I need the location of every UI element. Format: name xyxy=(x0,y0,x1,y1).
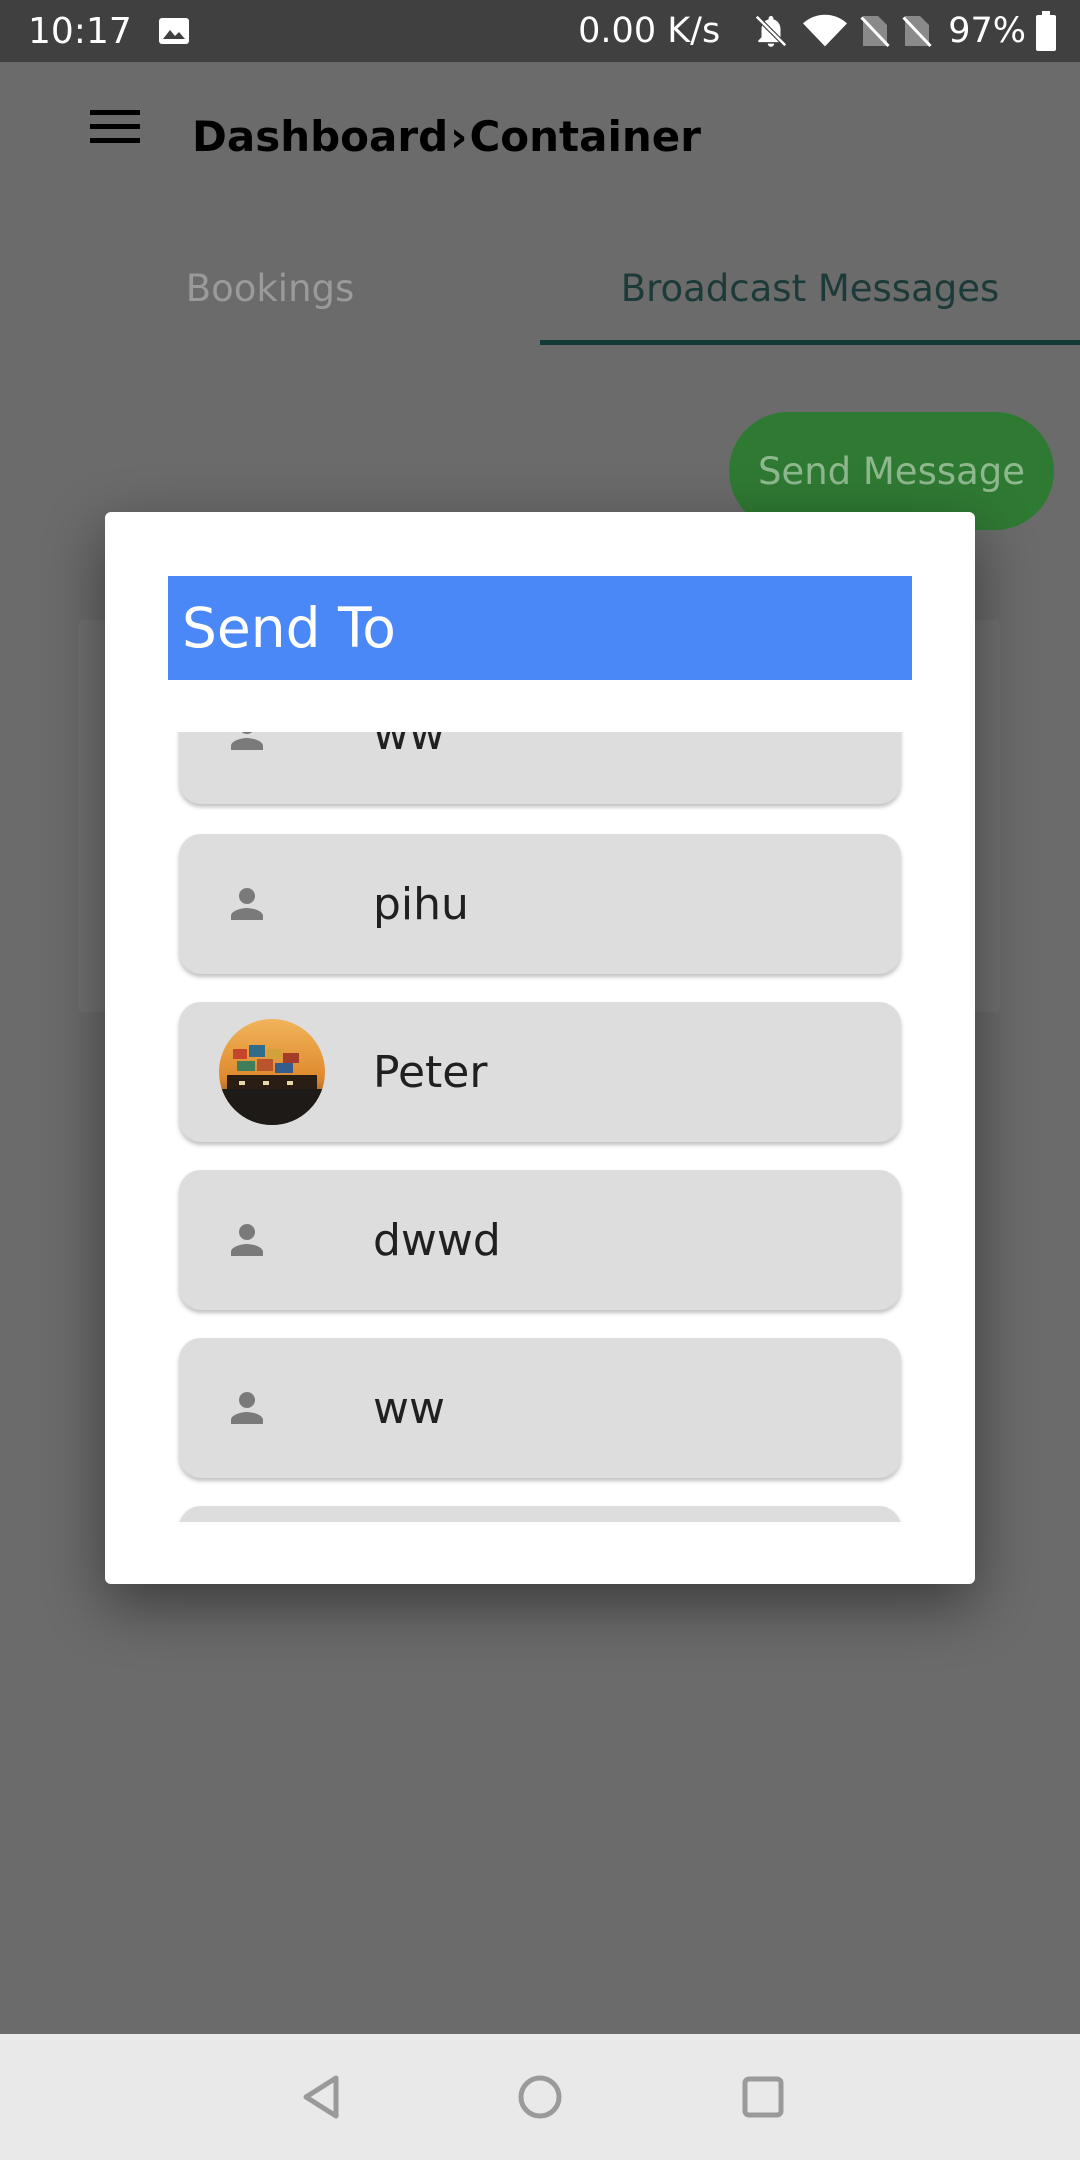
recipient-name: ww xyxy=(373,732,445,760)
bell-off-icon xyxy=(755,15,788,47)
battery-icon xyxy=(1036,11,1056,51)
back-triangle-icon[interactable] xyxy=(296,2072,346,2122)
recipient-name: ww xyxy=(373,1382,445,1434)
breadcrumb-container: Container xyxy=(469,112,701,161)
recents-square-icon[interactable] xyxy=(738,2072,788,2122)
gallery-icon xyxy=(158,18,189,44)
recipient-item[interactable]: dwwd xyxy=(179,1170,901,1310)
hamburger-menu-icon[interactable] xyxy=(90,108,140,146)
tab-broadcast-messages[interactable]: Broadcast Messages xyxy=(540,230,1080,346)
status-time: 10:17 xyxy=(28,10,132,52)
person-icon xyxy=(231,888,263,920)
tab-bar: Bookings Broadcast Messages xyxy=(0,230,1080,346)
recipient-list-viewport[interactable]: ww pihu Peter dwwd ww xyxy=(105,732,975,1522)
network-speed: 0.00 K/s xyxy=(578,11,721,51)
recipient-name: pihu xyxy=(373,878,469,930)
avatar xyxy=(219,1019,325,1125)
tab-bookings[interactable]: Bookings xyxy=(0,230,540,346)
status-bar: 10:17 0.00 K/s 97% xyxy=(0,0,1080,62)
recipient-item[interactable]: ww xyxy=(179,1338,901,1478)
no-sim-icon xyxy=(902,16,932,48)
breadcrumb: Dashboard › Container xyxy=(192,112,701,161)
home-circle-icon[interactable] xyxy=(515,2072,565,2122)
dialog-title: Send To xyxy=(168,576,912,680)
recipient-item[interactable]: ww xyxy=(179,732,901,804)
no-sim-icon xyxy=(860,16,890,48)
recipient-name: Peter xyxy=(373,1046,488,1098)
recipient-item-partial[interactable] xyxy=(179,1506,901,1522)
recipient-item[interactable]: pihu xyxy=(179,834,901,974)
recipient-name: dwwd xyxy=(373,1214,501,1266)
recipient-item[interactable]: Peter xyxy=(179,1002,901,1142)
navigation-bar xyxy=(0,2034,1080,2160)
wifi-icon xyxy=(803,14,848,47)
breadcrumb-separator: › xyxy=(450,112,468,161)
person-icon xyxy=(231,732,263,750)
battery-percent: 97% xyxy=(948,11,1026,51)
person-icon xyxy=(231,1224,263,1256)
breadcrumb-dashboard[interactable]: Dashboard xyxy=(192,112,448,161)
tab-active-indicator xyxy=(540,340,1080,345)
person-icon xyxy=(231,1392,263,1424)
